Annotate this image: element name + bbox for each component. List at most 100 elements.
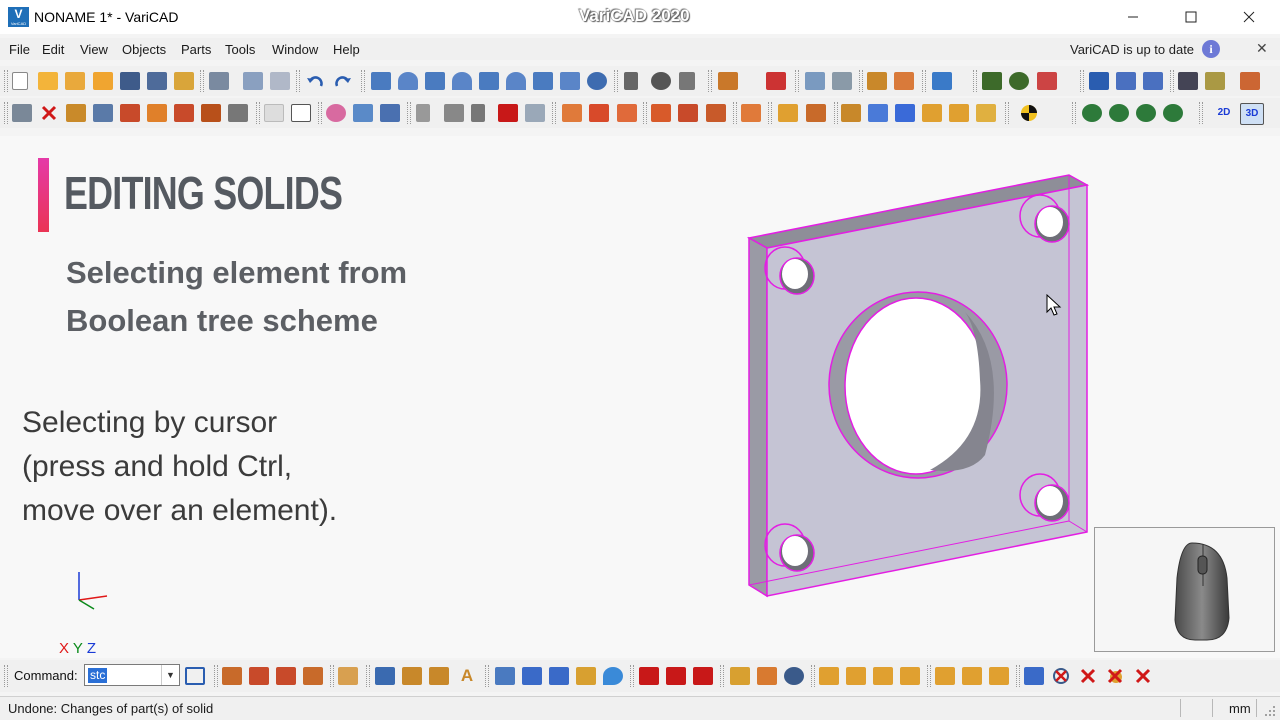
tree-remove-icon[interactable]	[706, 104, 726, 122]
add-solid-icon[interactable]	[562, 104, 582, 122]
box-solid-icon[interactable]	[371, 72, 391, 90]
pyramid-solid-icon[interactable]	[506, 72, 526, 90]
menu-view[interactable]: View	[80, 42, 108, 57]
rotate-solid-icon[interactable]	[93, 104, 113, 122]
select-solid-icon[interactable]	[12, 104, 32, 122]
menu-window[interactable]: Window	[272, 42, 318, 57]
query-distance-icon[interactable]	[806, 104, 826, 122]
copy-solid-icon[interactable]	[741, 104, 761, 122]
bearing-icon[interactable]	[651, 72, 671, 90]
zoom-window-icon[interactable]	[982, 72, 1002, 90]
settings-icon[interactable]	[1240, 72, 1260, 90]
assembly-link-icon[interactable]	[757, 667, 777, 685]
eraser-icon[interactable]	[338, 667, 358, 685]
switch-2d-button[interactable]: 2D	[1214, 104, 1234, 122]
center-of-gravity-icon[interactable]	[1019, 104, 1039, 122]
pipe-icon[interactable]	[402, 667, 422, 685]
text-solid-icon[interactable]	[147, 104, 167, 122]
color-icon[interactable]	[326, 104, 346, 122]
menu-tools[interactable]: Tools	[225, 42, 255, 57]
print-icon[interactable]	[209, 72, 229, 90]
zoom-in-icon[interactable]	[1082, 104, 1102, 122]
thread-icon[interactable]	[416, 104, 430, 122]
command-input[interactable]: stc ▼	[84, 664, 180, 686]
menu-edit[interactable]: Edit	[42, 42, 64, 57]
menu-objects[interactable]: Objects	[122, 42, 166, 57]
tree-icon[interactable]	[639, 667, 659, 685]
insert-down-icon[interactable]	[962, 667, 982, 685]
new-file-icon[interactable]	[12, 72, 28, 90]
pipe-solid-icon[interactable]	[533, 72, 553, 90]
dimension-icon[interactable]	[868, 104, 888, 122]
target-icon[interactable]	[784, 667, 804, 685]
move-solid-icon[interactable]	[66, 104, 86, 122]
text-a-icon[interactable]: A	[457, 667, 477, 685]
layer-remove-icon[interactable]	[873, 667, 893, 685]
sweep-solid-icon[interactable]	[560, 72, 580, 90]
wireframe-icon[interactable]	[291, 104, 311, 122]
menu-file[interactable]: File	[9, 42, 30, 57]
menu-parts[interactable]: Parts	[181, 42, 211, 57]
chamfer-icon[interactable]	[498, 104, 518, 122]
section-view-icon[interactable]	[1178, 72, 1198, 90]
zoom-next-icon[interactable]	[1163, 104, 1183, 122]
command-input-value[interactable]: stc	[88, 668, 108, 683]
check-icon[interactable]	[841, 104, 861, 122]
toolbar-grip[interactable]	[4, 102, 8, 124]
insert-multi-icon[interactable]	[989, 667, 1009, 685]
zoom-all-icon[interactable]	[1009, 72, 1029, 90]
transform-icon[interactable]	[228, 104, 248, 122]
close-button[interactable]	[1220, 0, 1278, 34]
mirror-solid-icon[interactable]	[120, 104, 140, 122]
intersect-solid-icon[interactable]	[617, 104, 637, 122]
link-icon[interactable]	[522, 667, 542, 685]
maximize-button[interactable]	[1162, 0, 1220, 34]
view-cube-icon[interactable]	[1037, 72, 1057, 90]
save-check-icon[interactable]	[174, 72, 194, 90]
axis-view-icon[interactable]	[1089, 72, 1109, 90]
display-icon[interactable]	[932, 72, 952, 90]
droplet-icon[interactable]	[603, 667, 623, 685]
undo-icon[interactable]	[305, 72, 325, 90]
volume-icon[interactable]	[949, 104, 969, 122]
spring-icon[interactable]	[679, 72, 695, 90]
insert-part-icon[interactable]	[894, 72, 914, 90]
check-solid-icon[interactable]	[1024, 667, 1044, 685]
layer-swap-icon[interactable]	[900, 667, 920, 685]
redo-icon[interactable]	[333, 72, 353, 90]
shell-icon[interactable]	[444, 104, 464, 122]
open-recent-icon[interactable]	[65, 72, 85, 90]
info-query-icon[interactable]	[976, 104, 996, 122]
delete-icon[interactable]	[39, 104, 59, 122]
cancel-red-icon[interactable]	[1078, 667, 1098, 685]
tree-edit-icon[interactable]	[678, 104, 698, 122]
minimize-button[interactable]	[1104, 0, 1162, 34]
solid-box-icon[interactable]	[375, 667, 395, 685]
anchor-icon[interactable]	[174, 104, 194, 122]
assembly-icon[interactable]	[867, 72, 887, 90]
execute-command-icon[interactable]	[185, 667, 205, 685]
info-icon[interactable]: i	[1202, 40, 1220, 58]
export-icon[interactable]	[1205, 72, 1225, 90]
cancel-icon[interactable]	[1051, 667, 1071, 685]
bolt-icon[interactable]	[624, 72, 638, 90]
table-icon[interactable]	[495, 667, 515, 685]
tree-collapse-icon[interactable]	[693, 667, 713, 685]
sheet-metal-icon[interactable]	[805, 72, 825, 90]
subtract-solid-icon[interactable]	[589, 104, 609, 122]
angle-icon[interactable]	[895, 104, 915, 122]
close-notice-button[interactable]: ✕	[1256, 40, 1268, 57]
assembly-open-icon[interactable]	[730, 667, 750, 685]
paste-icon[interactable]	[270, 72, 290, 90]
chevron-down-icon[interactable]: ▼	[161, 665, 179, 685]
parts-library-icon[interactable]	[718, 72, 738, 90]
prism-solid-icon[interactable]	[425, 72, 445, 90]
cancel-all-icon[interactable]	[1133, 667, 1153, 685]
zoom-out-icon[interactable]	[1109, 104, 1129, 122]
hide-solid-icon[interactable]	[264, 104, 284, 122]
save-all-icon[interactable]	[147, 72, 167, 90]
open-folder-icon[interactable]	[38, 72, 58, 90]
layer-down-icon[interactable]	[846, 667, 866, 685]
frame-view-icon[interactable]	[1116, 72, 1136, 90]
torus-solid-icon[interactable]	[479, 72, 499, 90]
